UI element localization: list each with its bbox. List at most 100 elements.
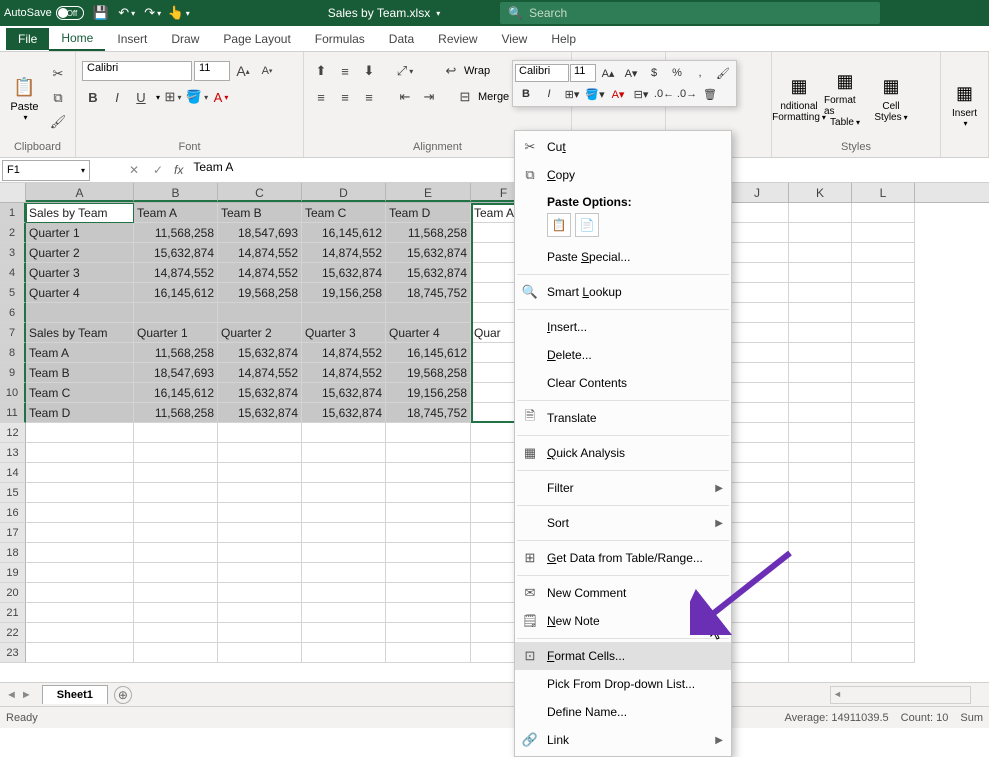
cell[interactable]: [789, 603, 852, 623]
cell[interactable]: [789, 423, 852, 443]
touch-mode-icon[interactable]: 👆▾: [170, 4, 188, 22]
cell[interactable]: [726, 463, 789, 483]
cell[interactable]: [218, 643, 302, 663]
search-box[interactable]: 🔍 Search: [500, 2, 880, 24]
cell[interactable]: [726, 523, 789, 543]
col-header-D[interactable]: D: [302, 183, 386, 202]
col-header-E[interactable]: E: [386, 183, 471, 202]
cell-styles-button[interactable]: ▦ Cell Styles▾: [870, 63, 912, 133]
wrap-icon[interactable]: ↩: [440, 60, 462, 82]
cell[interactable]: Team C: [302, 203, 386, 223]
fx-icon[interactable]: fx: [170, 163, 187, 177]
cell[interactable]: [386, 583, 471, 603]
cell[interactable]: [726, 283, 789, 303]
cell[interactable]: [789, 403, 852, 423]
cell[interactable]: [852, 223, 915, 243]
row-header[interactable]: 20: [0, 583, 26, 603]
mini-border-icon[interactable]: ⊞▾: [561, 84, 583, 104]
mini-italic-button[interactable]: I: [538, 84, 560, 104]
cell[interactable]: [302, 543, 386, 563]
cell[interactable]: [302, 643, 386, 663]
cell[interactable]: [134, 523, 218, 543]
col-header-A[interactable]: A: [26, 183, 134, 202]
menu-item-paste-special[interactable]: Paste Special...: [515, 243, 731, 271]
cell[interactable]: [852, 363, 915, 383]
cell[interactable]: [789, 303, 852, 323]
cell[interactable]: 19,568,258: [386, 363, 471, 383]
cell[interactable]: [726, 623, 789, 643]
mini-bold-button[interactable]: B: [515, 84, 537, 104]
cell[interactable]: Quarter 3: [302, 323, 386, 343]
merge-icon[interactable]: ⊟: [454, 86, 476, 108]
cell[interactable]: Team B: [26, 363, 134, 383]
sheet-prev-icon[interactable]: ◄: [6, 689, 17, 701]
cell[interactable]: 14,874,552: [302, 363, 386, 383]
cell[interactable]: 15,632,874: [302, 383, 386, 403]
cell[interactable]: Team C: [26, 383, 134, 403]
cell[interactable]: 15,632,874: [386, 243, 471, 263]
cell[interactable]: [852, 483, 915, 503]
mini-comma-icon[interactable]: ,: [689, 63, 711, 83]
cell[interactable]: [302, 463, 386, 483]
cell[interactable]: 16,145,612: [134, 283, 218, 303]
tab-formulas[interactable]: Formulas: [303, 28, 377, 50]
cell[interactable]: [302, 583, 386, 603]
cell[interactable]: [218, 483, 302, 503]
cell[interactable]: [726, 563, 789, 583]
col-header-B[interactable]: B: [134, 183, 218, 202]
cell[interactable]: [386, 643, 471, 663]
file-name[interactable]: Sales by Team.xlsx▾: [328, 6, 441, 20]
cell[interactable]: [726, 643, 789, 663]
cell[interactable]: [386, 523, 471, 543]
mini-decrease-font-icon[interactable]: A▾: [620, 63, 642, 83]
cell[interactable]: 15,632,874: [302, 403, 386, 423]
row-header[interactable]: 14: [0, 463, 26, 483]
cell[interactable]: [134, 643, 218, 663]
cell[interactable]: [726, 543, 789, 563]
cell[interactable]: [852, 203, 915, 223]
cell[interactable]: [218, 623, 302, 643]
cell[interactable]: [789, 643, 852, 663]
row-header[interactable]: 1: [0, 203, 26, 223]
tab-file[interactable]: File: [6, 28, 49, 50]
menu-item-format-cells[interactable]: ⊡Format Cells...: [515, 642, 731, 670]
cell[interactable]: [726, 403, 789, 423]
cell[interactable]: 18,547,693: [218, 223, 302, 243]
cell[interactable]: [852, 443, 915, 463]
mini-inc-decimal-icon[interactable]: .0←: [653, 84, 675, 104]
row-header[interactable]: 10: [0, 383, 26, 403]
tab-draw[interactable]: Draw: [159, 28, 211, 50]
row-header[interactable]: 18: [0, 543, 26, 563]
row-header[interactable]: 9: [0, 363, 26, 383]
menu-item-new-note[interactable]: 🗒New Note: [515, 607, 731, 635]
name-box[interactable]: F1▾: [2, 160, 90, 181]
cell[interactable]: Quarter 4: [386, 323, 471, 343]
cell[interactable]: [789, 523, 852, 543]
sheet-tab[interactable]: Sheet1: [42, 685, 108, 704]
cell[interactable]: [134, 563, 218, 583]
cell[interactable]: 11,568,258: [134, 403, 218, 423]
cell[interactable]: [26, 603, 134, 623]
cancel-formula-icon[interactable]: ✕: [122, 160, 146, 181]
row-header[interactable]: 17: [0, 523, 26, 543]
menu-item-sort[interactable]: Sort▶: [515, 509, 731, 537]
cell[interactable]: [852, 503, 915, 523]
cell[interactable]: [726, 243, 789, 263]
cell[interactable]: [852, 343, 915, 363]
format-painter-icon[interactable]: 🖌: [47, 111, 69, 133]
mini-percent-icon[interactable]: %: [666, 63, 688, 83]
cell[interactable]: [726, 423, 789, 443]
cell[interactable]: [218, 543, 302, 563]
italic-button[interactable]: I: [106, 86, 128, 108]
cell[interactable]: [386, 603, 471, 623]
cell[interactable]: [386, 423, 471, 443]
menu-item-new-comment[interactable]: ✉New Comment: [515, 579, 731, 607]
cell[interactable]: [852, 603, 915, 623]
cell[interactable]: 19,156,258: [386, 383, 471, 403]
cell[interactable]: [386, 543, 471, 563]
paste-option[interactable]: 📋: [547, 213, 571, 237]
cell[interactable]: [26, 423, 134, 443]
cell[interactable]: [386, 623, 471, 643]
insert-cells-button[interactable]: ▦ Insert ▾: [947, 69, 982, 139]
cell[interactable]: [789, 323, 852, 343]
